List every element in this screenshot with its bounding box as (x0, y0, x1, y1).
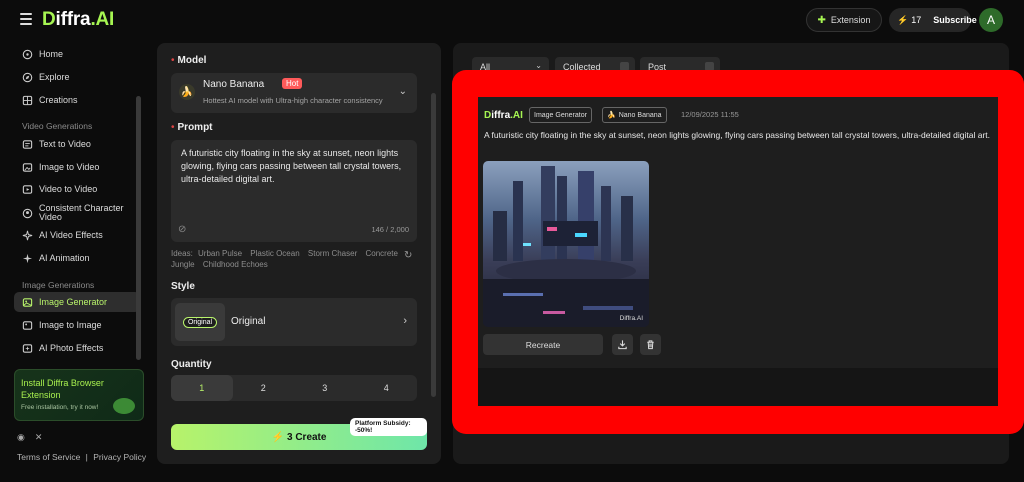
quantity-selector: 1 2 3 4 (171, 375, 417, 401)
lightning-icon: ⚡ (271, 431, 284, 443)
style-label: Style (171, 281, 195, 292)
form-scrollbar[interactable] (431, 93, 436, 397)
subscribe-button[interactable]: ⚡ 17 Subscribe (889, 8, 977, 32)
text-video-icon (22, 139, 33, 149)
download-icon (618, 340, 627, 350)
sidebar-item-home[interactable]: Home (14, 44, 140, 64)
chevron-right-icon: › (403, 315, 407, 327)
lightning-icon: ⚡ (897, 14, 909, 25)
sidebar-item-video-to-video[interactable]: Video to Video (14, 179, 140, 199)
hot-badge: Hot (282, 78, 303, 89)
image-image-icon (22, 320, 33, 330)
idea-chip[interactable]: Storm Chaser (308, 249, 357, 258)
banana-icon: 🍌 (607, 112, 616, 119)
style-thumbnail: Original (175, 303, 225, 341)
model-selector[interactable]: 🍌 Nano Banana Hot Hottest AI model with … (171, 73, 417, 113)
idea-chip[interactable]: Childhood Echoes (203, 260, 268, 269)
download-button[interactable] (612, 334, 633, 355)
sidebar-item-image-generator[interactable]: Image Generator (14, 292, 140, 312)
sidebar-item-text-to-video[interactable]: Text to Video (14, 134, 140, 154)
character-icon (22, 208, 33, 218)
subsidy-badge: Platform Subsidy: -50%! (350, 418, 427, 436)
create-button[interactable]: ⚡ 3 Create Platform Subsidy: -50%! (171, 418, 427, 450)
photo-effects-icon (22, 343, 33, 353)
sidebar-item-ai-video-effects[interactable]: AI Video Effects (14, 225, 140, 245)
puzzle-icon: ✚ (817, 14, 826, 26)
cloud-illustration-icon (113, 398, 135, 414)
card-footer (478, 368, 998, 406)
char-count: 146 / 2,000 (371, 225, 409, 234)
grid-icon (22, 95, 33, 105)
chevron-down-icon: ⌄ (398, 86, 407, 97)
terms-link[interactable]: Terms of Service (17, 452, 80, 462)
idea-chip[interactable]: Urban Pulse (198, 249, 242, 258)
video-section-title: Video Generations (22, 121, 93, 131)
sidebar-item-image-to-image[interactable]: Image to Image (14, 315, 140, 335)
social-links: ◉ ✕ (17, 432, 42, 443)
discord-icon[interactable]: ◉ (17, 432, 25, 443)
trash-icon (647, 340, 654, 350)
compass-icon (22, 72, 33, 82)
top-bar: Diffra.AI ✚ Extension ⚡ 17 Subscribe A (0, 0, 1024, 40)
generation-result-card: Diffra.AI Image Generator 🍌 Nano Banana … (478, 97, 998, 406)
generator-tag: Image Generator (529, 107, 592, 123)
privacy-link[interactable]: Privacy Policy (93, 452, 146, 462)
footer-links: Terms of Service | Privacy Policy (17, 452, 147, 462)
sidebar-item-consistent-character-video[interactable]: Consistent Character Video (14, 201, 140, 225)
app-logo[interactable]: Diffra.AI (42, 9, 114, 31)
extension-button[interactable]: ✚ Extension (806, 8, 882, 32)
sparkle-icon (22, 230, 33, 240)
timestamp: 12/09/2025 11:55 (681, 110, 739, 119)
sidebar-item-ai-animation[interactable]: AI Animation (14, 248, 140, 268)
card-logo: Diffra.AI (484, 110, 523, 121)
clear-prompt-icon[interactable]: ⊘ (178, 223, 186, 236)
avatar[interactable]: A (979, 8, 1003, 32)
watermark: Diffra.AI (619, 315, 643, 322)
image-section-title: Image Generations (22, 280, 95, 290)
generated-image[interactable]: Diffra.AI (483, 161, 649, 327)
home-icon (22, 49, 33, 59)
quantity-label: Quantity (171, 359, 212, 370)
animation-icon (22, 253, 33, 263)
quantity-option-3[interactable]: 3 (294, 375, 356, 401)
video-video-icon (22, 184, 33, 194)
prompt-ideas: Ideas: Urban Pulse Plastic Ocean Storm C… (171, 249, 398, 269)
banana-icon: 🍌 (179, 84, 195, 100)
sidebar-item-creations[interactable]: Creations (14, 90, 140, 110)
sidebar-item-image-to-video[interactable]: Image to Video (14, 157, 140, 177)
quantity-option-1[interactable]: 1 (171, 375, 233, 401)
model-tag: 🍌 Nano Banana (602, 107, 667, 123)
sidebar-item-explore[interactable]: Explore (14, 67, 140, 87)
chevron-down-icon: ⌄ (535, 61, 542, 70)
image-icon (22, 297, 33, 307)
image-video-icon (22, 162, 33, 172)
sidebar-scrollbar[interactable] (136, 96, 141, 360)
generation-form-panel: • Model 🍌 Nano Banana Hot Hottest AI mode… (157, 43, 441, 464)
menu-icon[interactable] (20, 13, 32, 25)
style-selector[interactable]: Original Original › (171, 298, 417, 346)
quantity-option-4[interactable]: 4 (356, 375, 418, 401)
refresh-ideas-icon[interactable]: ↻ (404, 250, 412, 261)
x-icon[interactable]: ✕ (35, 432, 43, 443)
quantity-option-2[interactable]: 2 (233, 375, 295, 401)
futuristic-city-image (483, 166, 649, 327)
prompt-input[interactable]: A futuristic city floating in the sky at… (171, 140, 417, 242)
recreate-button[interactable]: Recreate (483, 334, 603, 355)
extension-promo-banner[interactable]: Install Diffra Browser Extension Free in… (14, 369, 144, 421)
credit-count: 17 (911, 15, 922, 25)
idea-chip[interactable]: Plastic Ocean (250, 249, 299, 258)
prompt-label: • Prompt (171, 122, 213, 133)
result-prompt: A futuristic city floating in the sky at… (484, 130, 990, 140)
model-label: • Model (171, 55, 207, 66)
sidebar-item-ai-photo-effects[interactable]: AI Photo Effects (14, 338, 140, 358)
delete-button[interactable] (640, 334, 661, 355)
